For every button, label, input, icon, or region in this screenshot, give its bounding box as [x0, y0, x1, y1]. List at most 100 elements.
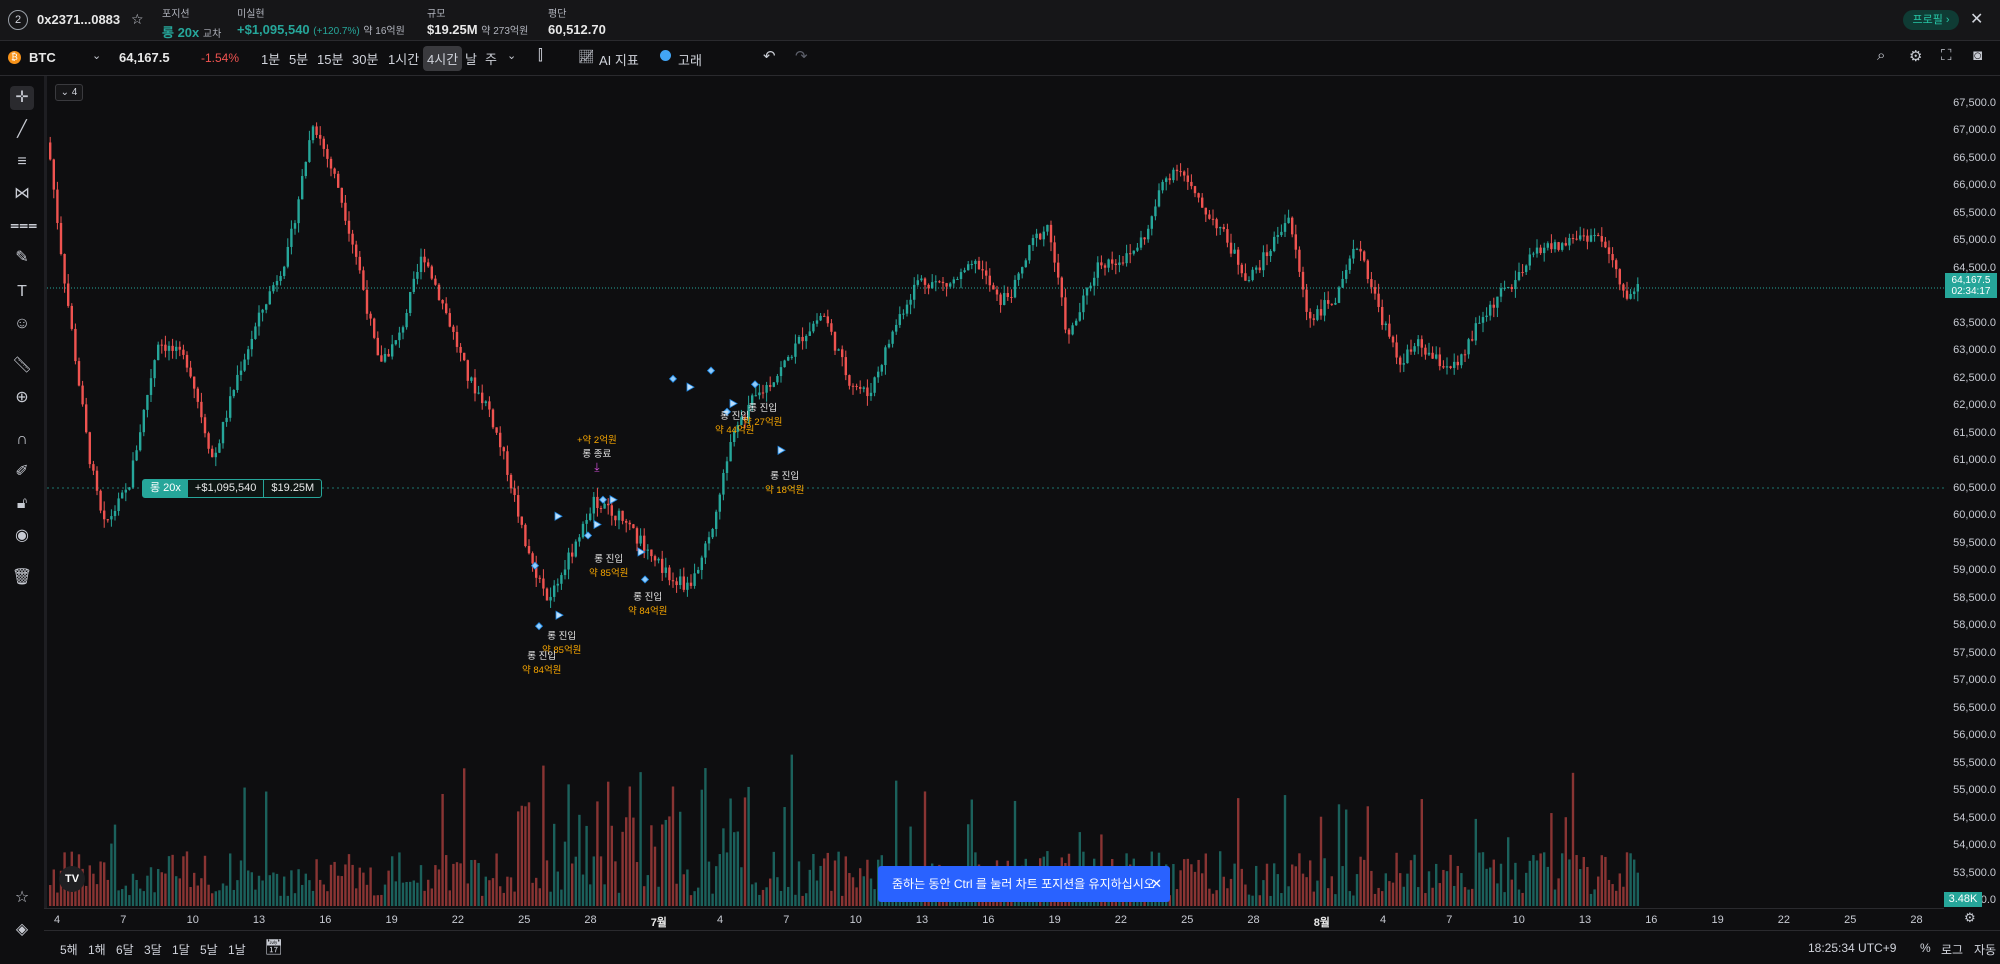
tf-day[interactable]: 날: [465, 49, 477, 68]
auto-toggle[interactable]: 자동: [1974, 941, 1996, 958]
trade-marker: [706, 366, 716, 375]
candle-body: [369, 313, 372, 319]
volume-bar: [459, 863, 462, 906]
candle-body: [121, 492, 124, 499]
range-3m[interactable]: 3달: [144, 941, 162, 958]
volume-bar: [232, 889, 235, 906]
percent-toggle[interactable]: %: [1920, 941, 1931, 955]
price-tick: 59,500.0: [1953, 536, 1996, 549]
volume-bar: [1330, 876, 1333, 906]
volume-bar: [790, 754, 793, 906]
volume-bar: [1280, 893, 1283, 906]
volume-bar: [1348, 891, 1351, 906]
volume-bar: [1258, 895, 1261, 906]
tf-15m[interactable]: 15분: [317, 49, 343, 68]
candle-body: [189, 367, 192, 377]
pattern-icon[interactable]: ⋈: [10, 182, 34, 206]
candle-body: [1103, 265, 1107, 268]
indicator-collapse-button[interactable]: ⌄ 4: [55, 84, 83, 101]
position-tag[interactable]: 롱 20x +$1,095,540 $19.25M: [142, 479, 323, 498]
crosshair-icon[interactable]: ✛: [10, 86, 34, 110]
candle-body: [1499, 288, 1503, 297]
arrow-down-icon: ⤓: [594, 460, 600, 474]
eye-icon[interactable]: ◉: [10, 524, 34, 548]
range-1y[interactable]: 1해: [88, 941, 106, 958]
favorite-star-icon[interactable]: ☆: [10, 886, 34, 910]
clock[interactable]: 18:25:34 UTC+9: [1808, 941, 1896, 955]
tf-4h[interactable]: 4시간: [423, 46, 463, 71]
text-icon[interactable]: T: [10, 280, 34, 304]
indicator-icon[interactable]: 📈︎: [578, 49, 595, 65]
lock-icon[interactable]: 🔓︎: [10, 492, 34, 516]
ai-indicator-button[interactable]: AI 지표: [599, 50, 639, 69]
log-toggle[interactable]: 로그: [1941, 941, 1963, 958]
candle-body: [1201, 197, 1204, 208]
volume-bar: [707, 861, 711, 906]
chevron-down-icon[interactable]: ⌄: [507, 49, 516, 62]
brush-icon[interactable]: ✎: [10, 246, 34, 270]
lock-drawing-icon[interactable]: ✐: [10, 460, 34, 484]
zoom-icon[interactable]: ⌕: [1877, 47, 1885, 64]
time-tick: 7: [783, 914, 790, 926]
volume-bar: [740, 867, 743, 906]
undo-icon[interactable]: ↶: [763, 47, 776, 65]
emoji-icon[interactable]: ☺: [10, 312, 34, 336]
tf-5m[interactable]: 5분: [289, 49, 308, 68]
camera-icon[interactable]: ◙: [1973, 47, 1982, 64]
layers-icon[interactable]: ◈: [10, 918, 34, 942]
fullscreen-icon[interactable]: ⛶: [1941, 47, 1952, 64]
redo-icon[interactable]: ↷: [795, 47, 808, 65]
candle-body: [329, 158, 333, 169]
candlestick-icon[interactable]: ⫿: [538, 47, 543, 64]
axis-settings-icon[interactable]: ⚙: [1964, 910, 1976, 926]
price-axis[interactable]: 67,500.0 67,000.0 66,500.0 66,000.0 65,500.0…: [1945, 76, 2000, 906]
tf-week[interactable]: 주: [485, 49, 497, 68]
volume-bar: [693, 891, 696, 906]
range-1d[interactable]: 1날: [228, 941, 246, 958]
candle-body: [513, 488, 516, 496]
candle-body: [1535, 247, 1539, 254]
candle-body: [106, 519, 109, 521]
candle-body: [1175, 169, 1179, 172]
range-6m[interactable]: 6달: [116, 941, 134, 958]
time-axis[interactable]: 4 7 10 13 16 19 22 25 28 7월 4 7 10 13 16 19 22 25 28 8월 4 7 10…: [44, 908, 1944, 931]
volume-bar: [1600, 855, 1603, 906]
candle-body: [1413, 346, 1416, 352]
range-5y[interactable]: 5해: [60, 941, 78, 958]
profile-button[interactable]: 프로필 ›: [1903, 10, 1959, 30]
trash-icon[interactable]: 🗑︎: [10, 566, 34, 590]
volume-bar: [1489, 867, 1492, 906]
candle-body: [819, 315, 822, 321]
zoom-in-icon[interactable]: ⊕: [10, 386, 34, 410]
time-tick: 25: [1844, 914, 1857, 926]
candle-body: [232, 390, 235, 397]
volume-bar: [1269, 895, 1272, 906]
tf-1h[interactable]: 1시간: [388, 49, 419, 68]
ruler-icon[interactable]: 📏︎: [10, 354, 34, 378]
tf-1m[interactable]: 1분: [261, 49, 280, 68]
candle-body: [542, 578, 545, 589]
candle-body: [664, 567, 667, 573]
account-address[interactable]: 0x2371...0883: [37, 12, 120, 27]
gear-icon[interactable]: ⚙: [1909, 47, 1922, 65]
star-icon[interactable]: ☆: [131, 11, 144, 28]
candle-body: [916, 280, 919, 285]
magnet-icon[interactable]: ∩: [10, 428, 34, 452]
calendar-icon[interactable]: 📅︎: [264, 938, 283, 956]
close-icon[interactable]: ✕: [1151, 866, 1162, 902]
fib-icon[interactable]: ≡: [10, 150, 34, 174]
price-chart[interactable]: ⌄ 4 롱 20x +$1,095,540 $19.25M +약 2억원 롱 종…: [47, 76, 1945, 906]
symbol[interactable]: BTC: [29, 50, 56, 65]
candle-body: [351, 233, 354, 245]
candle-body: [463, 352, 466, 361]
trendline-icon[interactable]: ╱: [10, 118, 34, 142]
close-icon[interactable]: ✕: [1970, 9, 1983, 29]
projection-icon[interactable]: ⩶: [10, 214, 37, 238]
chevron-down-icon[interactable]: ⌄: [92, 49, 101, 62]
volume-bar: [1424, 893, 1427, 906]
range-5d[interactable]: 5날: [200, 941, 218, 958]
account-badge[interactable]: 2: [8, 10, 28, 30]
whale-button[interactable]: 고래: [678, 50, 702, 69]
range-1m[interactable]: 1달: [172, 941, 190, 958]
tf-30m[interactable]: 30분: [352, 49, 378, 68]
